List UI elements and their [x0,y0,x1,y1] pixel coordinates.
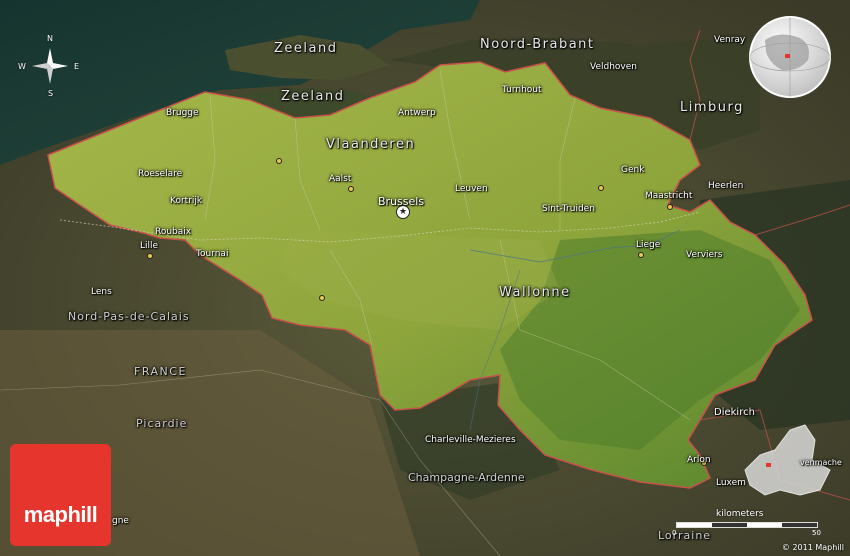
region-label-champagne-ardenne: Champagne-Ardenne [408,471,525,484]
scale-start-label: 0 [672,529,677,537]
scale-end-label: 50 [812,529,821,537]
region-label-limburg: Limburg [680,100,744,115]
region-label-picardie: Picardie [136,417,188,430]
city-label-brugge: Brugge [166,108,199,118]
region-label-wallonne: Wallonne [499,285,571,300]
city-label-roubaix: Roubaix [155,227,192,237]
city-label-leuven: Leuven [455,184,488,194]
city-dot [319,295,325,301]
city-dot [348,186,354,192]
city-label-venray: Venray [714,35,746,45]
city-label-verviers: Verviers [686,250,723,260]
maphill-logo[interactable]: maphill [10,444,111,546]
city-label-liege: Liege [636,240,661,250]
city-dot [598,185,604,191]
city-label-diekirch: Diekirch [714,407,755,418]
city-label-brussels: Brussels [378,195,425,208]
city-label-lens: Lens [91,287,112,297]
city-label-partial-venmache: venmache [800,458,842,467]
map-canvas[interactable]: N S E W Zeeland Zeeland Noord-Brabant Vl… [0,0,850,556]
compass-north: N [47,34,53,43]
maphill-logo-text: maphill [23,502,98,527]
region-label-noord-brabant: Noord-Brabant [480,37,595,52]
region-label-lorraine: Lorraine [658,529,712,542]
city-label-lille: Lille [140,241,159,251]
city-dot [147,253,153,259]
city-label-veldhoven: Veldhoven [590,62,637,72]
region-label-zeeland-north: Zeeland [274,41,338,56]
city-label-roeselare: Roeselare [138,169,183,179]
country-label-france: FRANCE [134,365,187,378]
city-label-arlon: Arlon [687,455,711,465]
city-label-partial-gne: gne [112,516,129,526]
city-dot [667,204,673,210]
city-label-heerlen: Heerlen [708,181,744,191]
city-label-genk: Genk [621,165,645,175]
city-label-turnhout: Turnhout [502,85,542,95]
city-label-antwerp: Antwerp [398,108,436,118]
city-label-aalst: Aalst [329,174,352,184]
scale-bar-graphic [676,522,818,528]
compass-west: W [18,62,26,71]
compass-south: S [48,89,54,98]
city-label-maastricht: Maastricht [645,191,693,201]
city-label-tournai: Tournai [196,249,229,259]
region-label-zeeland-south: Zeeland [281,89,345,104]
compass-east: E [74,62,80,71]
region-label-nord-pas-de-calais: Nord-Pas-de-Calais [68,310,190,323]
city-label-luxem: Luxem [716,478,746,488]
copyright-notice: © 2011 Maphill [781,543,844,552]
city-dot [638,252,644,258]
city-label-sint-truiden: Sint-Truiden [542,204,595,214]
city-dot [276,158,282,164]
region-label-vlaanderen: Vlaanderen [326,137,416,152]
city-label-charleville-mezieres: Charleville-Mezieres [425,435,516,445]
scale-unit-label: kilometers [716,509,764,519]
city-label-kortrijk: Kortrijk [170,196,203,206]
